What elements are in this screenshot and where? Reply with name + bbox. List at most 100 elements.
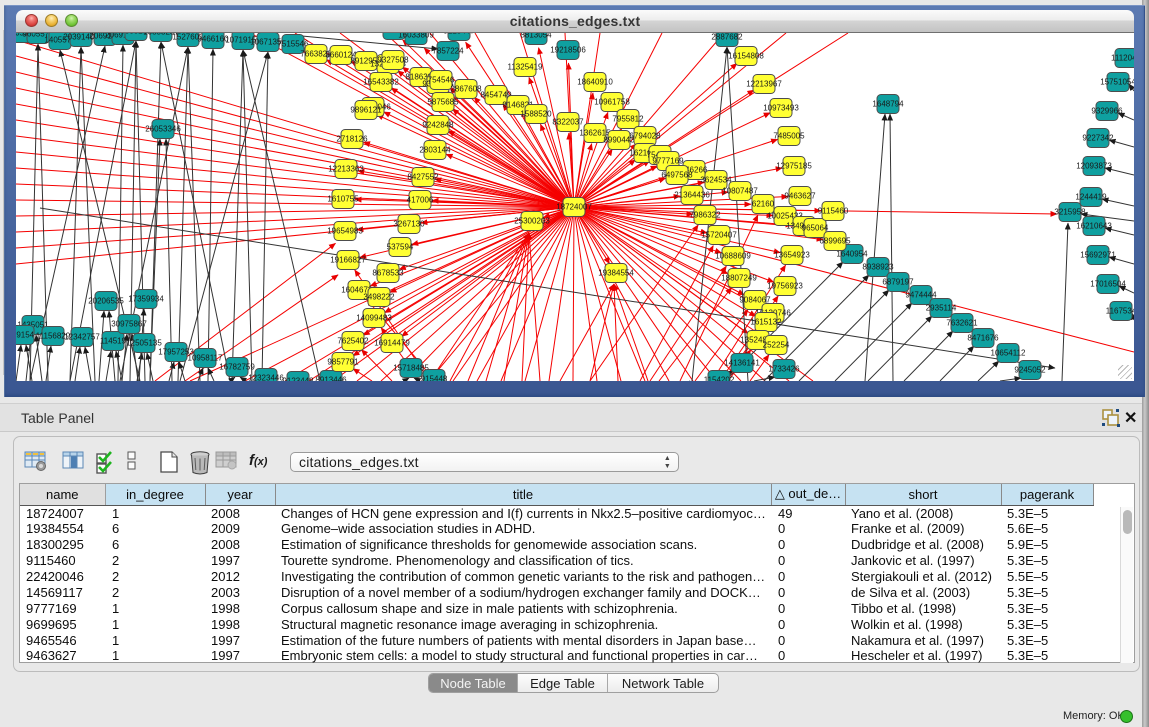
svg-text:12093873: 12093873 xyxy=(1076,162,1112,171)
svg-text:2887682: 2887682 xyxy=(711,33,743,42)
svg-text:537594: 537594 xyxy=(387,243,414,252)
svg-text:252254: 252254 xyxy=(763,341,790,350)
svg-text:10961758: 10961758 xyxy=(594,98,630,107)
svg-text:2803144: 2803144 xyxy=(419,146,451,155)
svg-text:18724007: 18724007 xyxy=(556,203,592,212)
svg-text:9245052: 9245052 xyxy=(1014,366,1046,375)
svg-text:16782759: 16782759 xyxy=(219,363,255,372)
svg-text:17359934: 17359934 xyxy=(128,295,164,304)
svg-text:10654112: 10654112 xyxy=(991,349,1027,358)
svg-text:15692971: 15692971 xyxy=(1080,251,1116,260)
svg-text:1610755: 1610755 xyxy=(327,195,359,204)
svg-text:8678533: 8678533 xyxy=(372,269,404,278)
svg-text:10807487: 10807487 xyxy=(722,187,758,196)
svg-text:8427552: 8427552 xyxy=(407,173,439,182)
svg-text:9327508: 9327508 xyxy=(377,56,409,65)
svg-text:1615132: 1615132 xyxy=(750,318,782,327)
svg-text:16543382: 16543382 xyxy=(363,78,399,87)
svg-text:9474444: 9474444 xyxy=(905,291,937,300)
svg-text:9242848: 9242848 xyxy=(422,121,454,130)
svg-text:10958117: 10958117 xyxy=(188,354,224,363)
svg-text:12213967: 12213967 xyxy=(746,80,782,89)
svg-text:8471676: 8471676 xyxy=(967,334,999,343)
svg-text:16914479: 16914479 xyxy=(374,339,410,348)
svg-text:16033809: 16033809 xyxy=(398,33,434,40)
svg-text:114519: 114519 xyxy=(100,337,127,346)
svg-text:8938923: 8938923 xyxy=(862,263,894,272)
svg-text:17016504: 17016504 xyxy=(1090,280,1126,289)
svg-text:9857791: 9857791 xyxy=(327,358,359,367)
svg-text:2935114: 2935114 xyxy=(926,304,957,313)
svg-text:8813054: 8813054 xyxy=(520,33,552,40)
svg-text:9123448: 9123448 xyxy=(282,377,314,382)
svg-text:6899695: 6899695 xyxy=(819,237,851,246)
svg-text:7986322: 7986322 xyxy=(689,211,721,220)
svg-text:19166827: 19166827 xyxy=(330,256,366,265)
svg-text:19384554: 19384554 xyxy=(598,269,634,278)
svg-text:1244419: 1244419 xyxy=(1075,193,1107,202)
svg-text:16154808: 16154808 xyxy=(728,52,764,61)
svg-text:7857224: 7857224 xyxy=(432,47,464,56)
svg-text:12342757: 12342757 xyxy=(64,333,100,342)
svg-text:965064: 965064 xyxy=(802,224,829,233)
svg-text:15751054: 15751054 xyxy=(1100,78,1134,87)
svg-text:20206535: 20206535 xyxy=(88,297,124,306)
svg-text:7632621: 7632621 xyxy=(946,319,978,328)
svg-text:3624534: 3624534 xyxy=(700,176,732,185)
svg-text:19218506: 19218506 xyxy=(550,46,586,55)
svg-text:9463627: 9463627 xyxy=(784,192,816,201)
svg-text:10688609: 10688609 xyxy=(715,252,751,261)
svg-text:1588520: 1588520 xyxy=(520,110,552,119)
svg-text:9777169: 9777169 xyxy=(652,157,684,166)
svg-text:754546: 754546 xyxy=(428,76,455,85)
svg-text:25300203: 25300203 xyxy=(514,217,550,226)
svg-text:14136141: 14136141 xyxy=(724,359,760,368)
svg-text:1733426: 1733426 xyxy=(768,365,800,374)
svg-text:3267130: 3267130 xyxy=(393,220,425,229)
svg-text:3498222: 3498222 xyxy=(363,293,395,302)
svg-text:13654923: 13654923 xyxy=(774,251,810,260)
svg-text:6879197: 6879197 xyxy=(882,278,914,287)
svg-text:417006: 417006 xyxy=(407,196,434,205)
svg-text:62160: 62160 xyxy=(752,200,775,209)
svg-text:19654983: 19654983 xyxy=(327,227,363,236)
svg-text:19756923: 19756923 xyxy=(767,282,803,291)
svg-text:11325419: 11325419 xyxy=(508,63,544,72)
svg-text:12975185: 12975185 xyxy=(776,162,812,171)
svg-text:10973493: 10973493 xyxy=(763,104,799,113)
svg-text:1112045: 1112045 xyxy=(1111,54,1134,63)
svg-text:12323446: 12323446 xyxy=(248,374,284,382)
svg-text:15720407: 15720407 xyxy=(701,231,737,240)
svg-text:9227342: 9227342 xyxy=(1082,134,1114,143)
svg-text:7485005: 7485005 xyxy=(773,132,805,141)
svg-text:5875685: 5875685 xyxy=(427,98,459,107)
svg-text:6497568: 6497568 xyxy=(661,171,693,180)
svg-text:12505135: 12505135 xyxy=(126,339,162,348)
svg-text:9123447: 9123447 xyxy=(443,33,475,36)
svg-text:915448: 915448 xyxy=(421,375,448,382)
svg-text:1167534: 1167534 xyxy=(1106,307,1134,316)
svg-text:7515546: 7515546 xyxy=(277,40,309,49)
svg-text:9115460: 9115460 xyxy=(818,207,849,216)
svg-text:9896121: 9896121 xyxy=(350,106,382,115)
svg-text:2718126: 2718126 xyxy=(336,135,368,144)
svg-text:8322037: 8322037 xyxy=(552,118,584,127)
svg-text:7625402: 7625402 xyxy=(337,337,369,346)
svg-text:39154: 39154 xyxy=(16,331,35,340)
svg-text:2867608: 2867608 xyxy=(450,85,482,94)
svg-text:21364436: 21364436 xyxy=(674,191,710,200)
svg-text:3215958: 3215958 xyxy=(1054,208,1086,217)
svg-text:7955812: 7955812 xyxy=(612,115,644,124)
svg-text:18640910: 18640910 xyxy=(577,78,613,87)
svg-text:8913446: 8913446 xyxy=(315,376,347,382)
svg-text:30975867: 30975867 xyxy=(111,320,147,329)
svg-text:1154202: 1154202 xyxy=(704,376,735,382)
svg-text:16210643: 16210643 xyxy=(1076,222,1112,231)
svg-text:12213363: 12213363 xyxy=(328,165,364,174)
svg-text:6794028: 6794028 xyxy=(629,132,661,141)
svg-text:14099483: 14099483 xyxy=(356,314,392,323)
svg-text:18807249: 18807249 xyxy=(721,274,757,283)
svg-text:9329966: 9329966 xyxy=(1091,107,1123,116)
svg-text:26053346: 26053346 xyxy=(145,125,181,134)
svg-text:1648794: 1648794 xyxy=(872,100,904,109)
